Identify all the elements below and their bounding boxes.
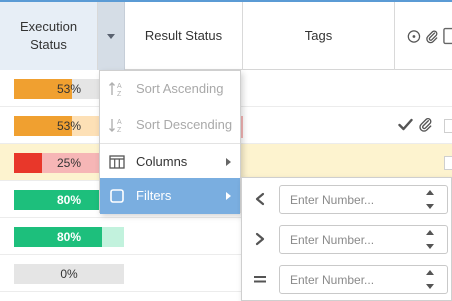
chevron-right-icon (226, 158, 231, 166)
spin-up-icon[interactable] (426, 190, 434, 195)
column-header-tags[interactable]: Tags (243, 2, 395, 70)
progress-percent-label: 80% (56, 230, 82, 244)
filter-panel (241, 177, 452, 301)
column-menu: AZ Sort Ascending AZ Sort Descending Col… (99, 70, 241, 214)
row-actions (398, 117, 433, 132)
clock-icon[interactable] (407, 29, 421, 44)
filter-icon (108, 187, 126, 205)
chevron-right-icon (226, 192, 231, 200)
filter-row-equals (242, 259, 452, 299)
number-spinner[interactable] (424, 230, 436, 249)
svg-text:A: A (117, 83, 122, 90)
menu-item-filters[interactable]: Filters (100, 178, 240, 214)
execution-progress-bar: 80% (14, 227, 124, 247)
checkbox-icon[interactable] (442, 27, 452, 45)
filter-number-input[interactable] (279, 225, 448, 254)
progress-percent-label: 0% (60, 267, 78, 281)
spin-up-icon[interactable] (426, 270, 434, 275)
columns-icon (108, 153, 126, 171)
column-menu-button[interactable] (98, 2, 125, 70)
filter-row-greater-than (242, 219, 452, 259)
svg-text:A: A (117, 119, 122, 126)
menu-item-label: Columns (136, 154, 188, 169)
svg-text:Z: Z (117, 91, 122, 98)
column-header-execution-status[interactable]: Execution Status (0, 2, 98, 70)
equals-icon[interactable] (250, 269, 270, 289)
menu-item-sort-descending[interactable]: AZ Sort Descending (100, 107, 240, 143)
less-than-icon[interactable] (250, 189, 270, 209)
column-header-result-status[interactable]: Result Status (125, 2, 243, 70)
number-spinner[interactable] (424, 190, 436, 209)
svg-text:Z: Z (117, 127, 122, 134)
menu-item-label: Sort Ascending (136, 81, 224, 96)
check-icon[interactable] (398, 118, 413, 131)
row-menu-icon[interactable] (444, 156, 452, 170)
paperclip-icon[interactable] (425, 29, 439, 44)
filter-row-less-than (242, 179, 452, 219)
column-header-label: Tags (304, 28, 333, 43)
menu-item-sort-ascending[interactable]: AZ Sort Ascending (100, 71, 240, 107)
spin-down-icon[interactable] (426, 284, 434, 289)
row-menu-icon[interactable] (444, 119, 452, 133)
number-spinner[interactable] (424, 270, 436, 289)
menu-item-columns[interactable]: Columns (100, 144, 240, 180)
column-header-label: Execution Status (19, 19, 78, 52)
paperclip-icon[interactable] (418, 117, 433, 132)
column-header-icons (395, 2, 452, 70)
execution-progress-bar: 0% (14, 264, 124, 284)
menu-item-label: Filters (136, 188, 172, 203)
filter-number-input[interactable] (279, 265, 448, 294)
spin-up-icon[interactable] (426, 230, 434, 235)
sort-ascending-icon: AZ (108, 80, 126, 98)
sort-descending-icon: AZ (108, 116, 126, 134)
menu-item-label: Sort Descending (136, 117, 233, 132)
column-header-label: Result Status (144, 28, 223, 43)
spin-down-icon[interactable] (426, 204, 434, 209)
greater-than-icon[interactable] (250, 229, 270, 249)
spin-down-icon[interactable] (426, 244, 434, 249)
chevron-down-icon (107, 33, 115, 39)
filter-number-input[interactable] (279, 185, 448, 214)
grid-header: Execution Status Result Status Tags (0, 0, 452, 70)
